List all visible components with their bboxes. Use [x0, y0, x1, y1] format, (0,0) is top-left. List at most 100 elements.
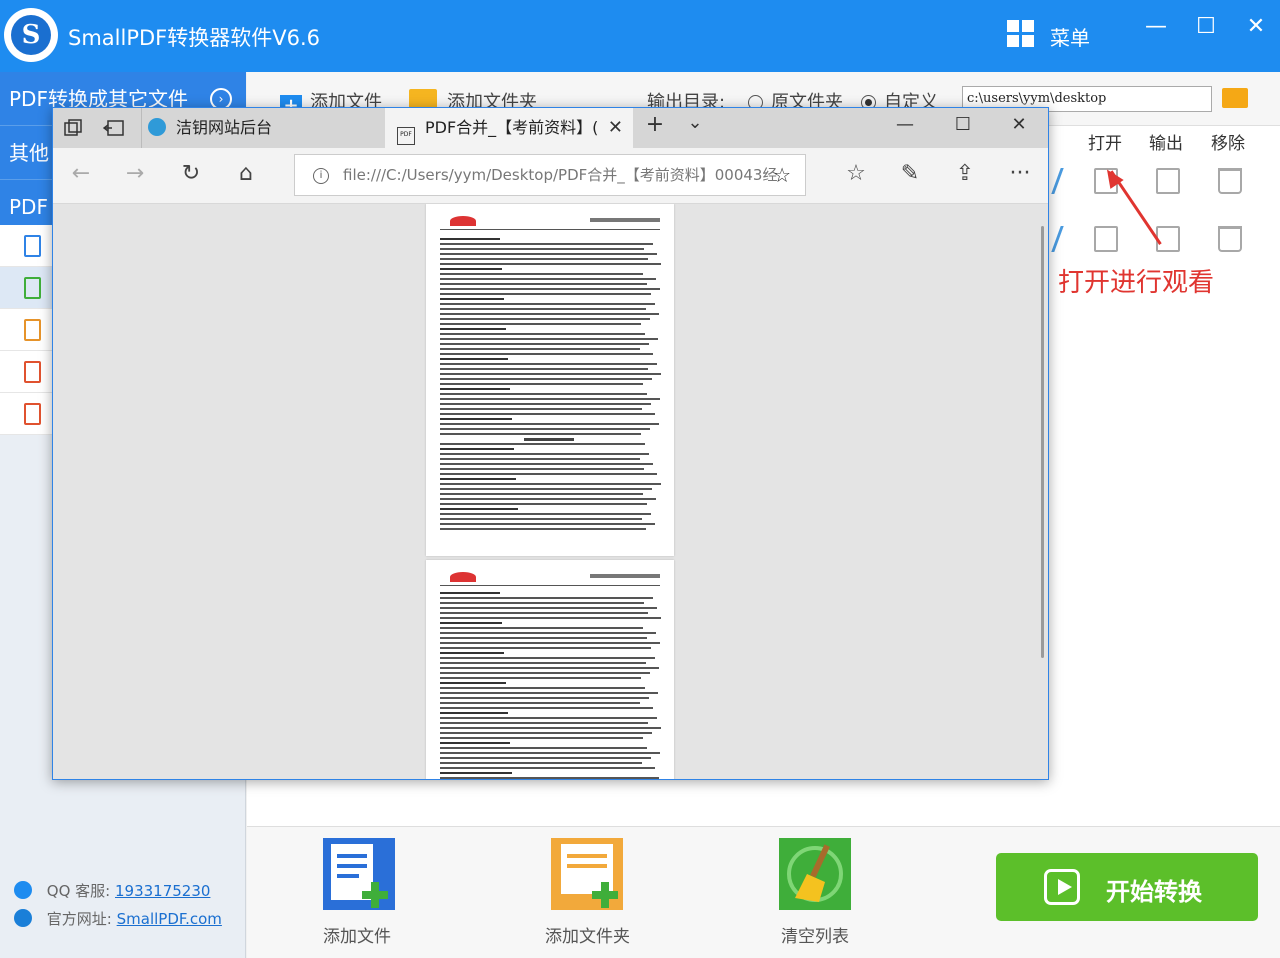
text-line: [440, 737, 643, 739]
back-icon[interactable]: ←: [66, 161, 96, 186]
browse-folder-icon[interactable]: [1222, 88, 1248, 108]
text-line: [440, 413, 655, 415]
tab-pdf-merge[interactable]: PDF PDF合并_【考前资料】( ✕: [385, 108, 633, 148]
add-folder-big-icon[interactable]: [549, 836, 625, 912]
output-icon[interactable]: [1156, 168, 1180, 194]
set-aside-tabs-icon[interactable]: [103, 118, 125, 138]
site-label: 官方网址:: [46, 910, 112, 928]
text-line: [440, 473, 657, 475]
text-line: [440, 428, 650, 430]
text-line: [440, 258, 648, 260]
address-text: file:///C:/Users/yym/Desktop/PDF合并_【考前资料…: [343, 166, 778, 184]
text-line: [440, 253, 657, 255]
text-line: [440, 343, 649, 345]
tab-list-icon[interactable]: [63, 118, 83, 138]
tab-preview-chevron-icon[interactable]: ⌄: [680, 112, 710, 133]
menu-grid-icon[interactable]: [1007, 20, 1035, 48]
col-output: 输出: [1149, 134, 1183, 154]
qq-link[interactable]: 1933175230: [115, 882, 210, 900]
home-icon[interactable]: ⌂: [231, 161, 261, 186]
clear-list-label[interactable]: 清空列表: [781, 922, 849, 947]
text-line: [440, 313, 659, 315]
minimize-button[interactable]: —: [1141, 14, 1171, 39]
text-line: [440, 498, 656, 500]
close-button[interactable]: ✕: [1241, 14, 1271, 39]
open-icon[interactable]: [1094, 226, 1118, 252]
broom-icon[interactable]: [777, 836, 853, 912]
refresh-icon[interactable]: ↻: [176, 161, 206, 186]
browser-close-button[interactable]: ✕: [1004, 114, 1034, 135]
logo-mark: [450, 216, 476, 226]
browser-maximize-button[interactable]: ☐: [948, 114, 978, 135]
header-text-line: [590, 218, 660, 222]
text-line: [440, 627, 643, 629]
menu-button[interactable]: 菜单: [1050, 22, 1090, 51]
pen-icon[interactable]: ✎: [895, 161, 925, 186]
text-line: [440, 667, 659, 669]
favorite-star-icon[interactable]: ☆: [773, 155, 791, 195]
tab-site-admin[interactable]: 洁钥网站后台: [141, 108, 385, 148]
browser-window: 洁钥网站后台 PDF PDF合并_【考前资料】( ✕ + ⌄ — ☐ ✕ ← → …: [52, 107, 1049, 780]
text-line: [440, 712, 508, 714]
text-line: [440, 732, 652, 734]
text-line: [440, 448, 514, 450]
pdf-viewer[interactable]: [53, 204, 1048, 779]
text-line: [524, 438, 574, 441]
text-line: [440, 523, 655, 525]
maximize-button[interactable]: ☐: [1191, 14, 1221, 39]
col-remove: 移除: [1211, 134, 1245, 154]
page-header: [440, 216, 660, 230]
site-link[interactable]: SmallPDF.com: [117, 910, 222, 928]
text-line: [440, 637, 647, 639]
tab-title: PDF合并_【考前资料】(: [425, 118, 599, 137]
app-logo: S: [4, 8, 58, 62]
add-file-big-icon[interactable]: [321, 836, 397, 912]
trash-icon[interactable]: [1218, 168, 1242, 194]
text-line: [440, 293, 651, 295]
text-line: [440, 338, 658, 340]
trash-icon[interactable]: [1218, 226, 1242, 252]
sidebar-nav-label: 其他: [9, 141, 49, 165]
text-line: [440, 388, 510, 390]
text-line: [440, 363, 657, 365]
text-line: [440, 772, 512, 774]
app-title: SmallPDF转换器软件V6.6: [68, 26, 320, 50]
file-ppt-icon: [24, 319, 41, 341]
text-line: [440, 303, 655, 305]
text-line: [440, 677, 641, 679]
text-line: [440, 238, 500, 240]
pdf-page-1: [426, 204, 674, 556]
text-line: [440, 453, 649, 455]
scrollbar[interactable]: [1041, 226, 1044, 658]
info-icon[interactable]: i: [313, 168, 329, 184]
output-icon[interactable]: [1156, 226, 1180, 252]
start-convert-button[interactable]: 开始转换: [996, 853, 1258, 921]
text-line: [440, 358, 508, 360]
browser-minimize-button[interactable]: —: [890, 114, 920, 135]
text-line: [440, 518, 642, 520]
close-tab-icon[interactable]: ✕: [608, 108, 623, 148]
site-favicon-icon: [148, 118, 166, 136]
file-word-icon: [24, 235, 41, 257]
pdf-favicon-icon: PDF: [397, 127, 415, 145]
new-tab-button[interactable]: +: [640, 112, 670, 137]
text-line: [440, 393, 647, 395]
favorites-icon[interactable]: ☆: [841, 161, 871, 186]
more-icon[interactable]: ···: [1005, 161, 1035, 186]
text-line: [440, 433, 641, 435]
app-titlebar: S SmallPDF转换器软件V6.6 菜单 — ☐ ✕: [0, 0, 1280, 72]
text-line: [440, 747, 647, 749]
share-icon[interactable]: ⇪: [950, 161, 980, 186]
add-file-big-label[interactable]: 添加文件: [323, 922, 391, 947]
text-line: [440, 268, 502, 270]
file-excel-icon: [24, 277, 41, 299]
text-line: [440, 483, 661, 485]
address-bar[interactable]: i file:///C:/Users/yym/Desktop/PDF合并_【考前…: [294, 154, 806, 196]
text-line: [440, 368, 648, 370]
forward-icon[interactable]: →: [120, 161, 150, 186]
text-line: [440, 503, 647, 505]
text-line: [440, 328, 506, 330]
text-line: [440, 273, 643, 275]
add-folder-big-label[interactable]: 添加文件夹: [545, 922, 630, 947]
text-line: [440, 513, 651, 515]
